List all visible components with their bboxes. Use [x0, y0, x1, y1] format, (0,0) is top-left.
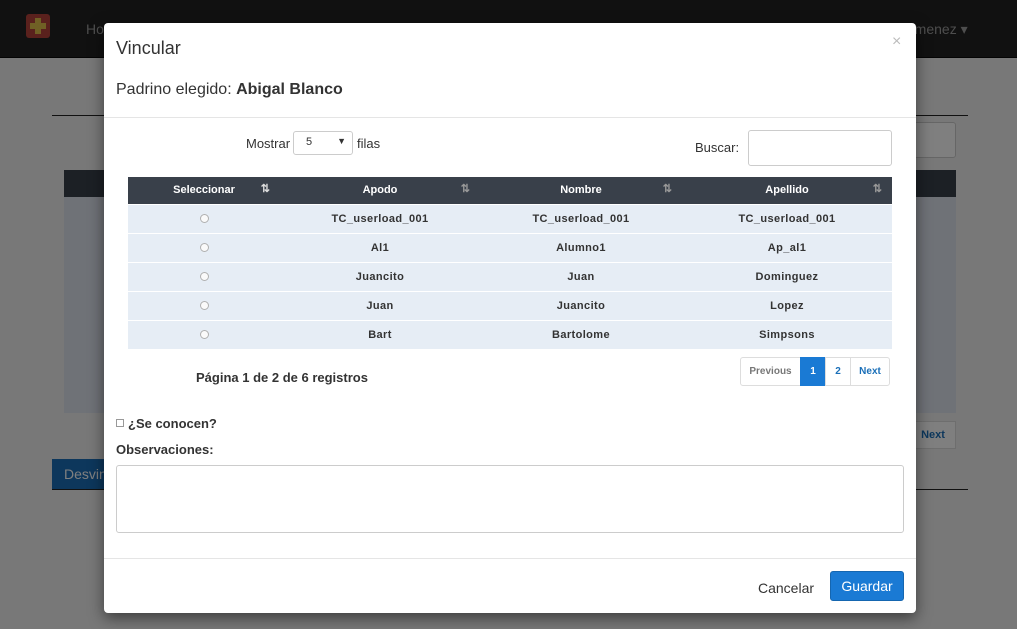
- header-divider: [104, 117, 916, 118]
- sort-icon: ⇅: [260, 183, 270, 195]
- dropdown-arrow-icon: ▼: [337, 136, 346, 146]
- cell-nombre: Alumno1: [480, 232, 682, 262]
- observaciones-label: Observaciones:: [116, 442, 214, 457]
- length-prefix: Mostrar: [246, 136, 291, 151]
- column-header-seleccionar[interactable]: Seleccionar ⇅: [128, 177, 280, 204]
- sort-icon: ⇅: [872, 183, 882, 195]
- save-button[interactable]: Guardar: [830, 571, 904, 601]
- select-cell: [128, 290, 280, 320]
- cell-apodo: Juan: [280, 290, 480, 320]
- rows-per-page-select[interactable]: 5 ▼: [293, 131, 353, 155]
- cell-nombre: Bartolome: [480, 319, 682, 349]
- rows-per-page-value: 5: [306, 136, 313, 148]
- sort-icon: ⇅: [662, 183, 672, 195]
- cell-nombre: TC_userload_001: [480, 203, 682, 233]
- cell-apellido: TC_userload_001: [682, 203, 892, 233]
- search-label: Buscar:: [695, 140, 740, 155]
- page-1-button[interactable]: 1: [800, 357, 826, 386]
- cell-apellido: Dominguez: [682, 261, 892, 291]
- padrino-elegido: Padrino elegido: Abigal Blanco: [116, 81, 343, 99]
- cell-apodo: Bart: [280, 319, 480, 349]
- search-input[interactable]: [748, 130, 892, 166]
- table-row[interactable]: Bart Bartolome Simpsons: [128, 319, 892, 349]
- table-info: Página 1 de 2 de 6 registros: [196, 370, 368, 385]
- vincular-modal: Vincular × Padrino elegido: Abigal Blanc…: [104, 23, 916, 613]
- sort-icon: ⇅: [460, 183, 470, 195]
- pagination: Previous 1 2 Next: [740, 357, 890, 386]
- padrino-label: Padrino elegido:: [116, 81, 232, 98]
- page-2-button[interactable]: 2: [825, 357, 851, 386]
- table-row[interactable]: Al1 Alumno1 Ap_al1: [128, 232, 892, 262]
- padrino-name: Abigal Blanco: [236, 81, 343, 98]
- select-cell: [128, 203, 280, 233]
- observaciones-textarea[interactable]: [116, 465, 904, 533]
- previous-page-button[interactable]: Previous: [740, 357, 801, 386]
- column-header-apodo[interactable]: Apodo ⇅: [280, 177, 480, 204]
- cell-nombre: Juan: [480, 261, 682, 291]
- se-conocen-option: ¿Se conocen?: [116, 416, 217, 431]
- select-radio[interactable]: [199, 243, 209, 253]
- select-cell: [128, 232, 280, 262]
- cell-apellido: Simpsons: [682, 319, 892, 349]
- select-radio[interactable]: [199, 214, 209, 224]
- length-suffix: filas: [357, 136, 381, 151]
- select-radio[interactable]: [199, 301, 209, 311]
- table-row[interactable]: Juan Juancito Lopez: [128, 290, 892, 320]
- select-cell: [128, 261, 280, 291]
- cell-apodo: TC_userload_001: [280, 203, 480, 233]
- table-header-row: Seleccionar ⇅ Apodo ⇅ Nombre ⇅ Apellido …: [128, 177, 892, 204]
- cell-nombre: Juancito: [480, 290, 682, 320]
- next-page-button[interactable]: Next: [850, 357, 890, 386]
- cell-apellido: Ap_al1: [682, 232, 892, 262]
- se-conocen-checkbox[interactable]: [116, 419, 124, 427]
- table-row[interactable]: TC_userload_001 TC_userload_001 TC_userl…: [128, 203, 892, 233]
- cancel-button[interactable]: Cancelar: [758, 580, 814, 596]
- cell-apodo: Al1: [280, 232, 480, 262]
- close-icon[interactable]: ×: [892, 33, 901, 51]
- column-header-nombre[interactable]: Nombre ⇅: [480, 177, 682, 204]
- select-radio[interactable]: [199, 272, 209, 282]
- se-conocen-label: ¿Se conocen?: [128, 416, 217, 431]
- students-table: Seleccionar ⇅ Apodo ⇅ Nombre ⇅ Apellido …: [128, 177, 892, 349]
- footer-divider: [104, 558, 916, 559]
- select-cell: [128, 319, 280, 349]
- cell-apodo: Juancito: [280, 261, 480, 291]
- cell-apellido: Lopez: [682, 290, 892, 320]
- modal-title: Vincular: [116, 38, 181, 58]
- column-header-apellido[interactable]: Apellido ⇅: [682, 177, 892, 204]
- select-radio[interactable]: [199, 330, 209, 340]
- table-row[interactable]: Juancito Juan Dominguez: [128, 261, 892, 291]
